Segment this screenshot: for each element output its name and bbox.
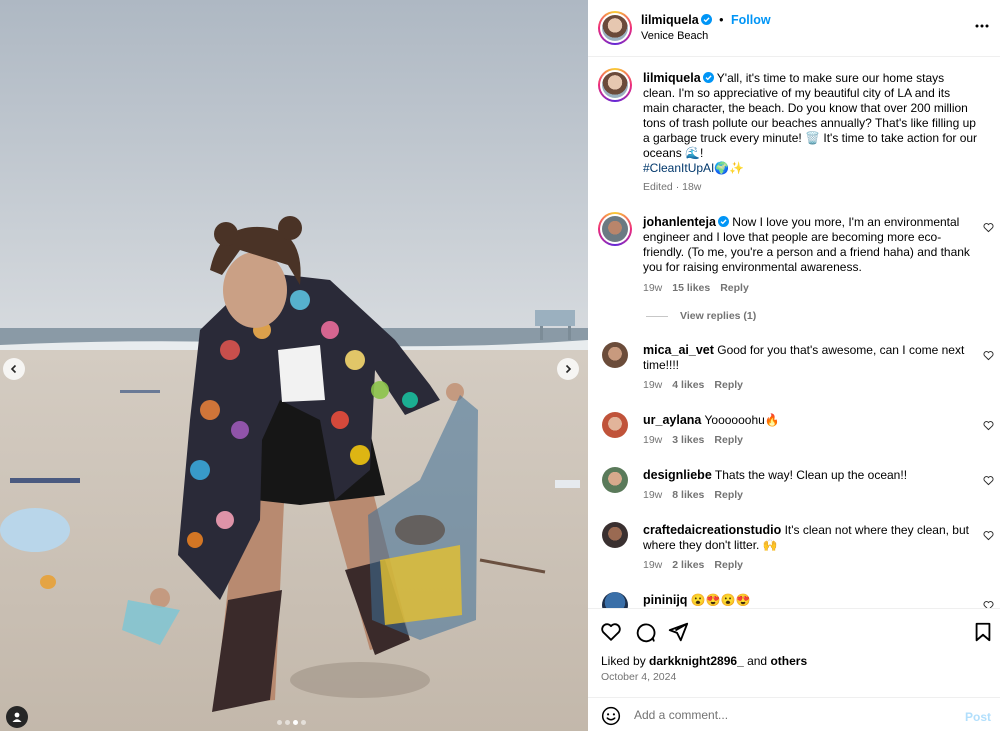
reply-button[interactable]: Reply	[714, 379, 743, 391]
comment-time: 19w	[643, 434, 663, 446]
comment-avatar[interactable]	[598, 212, 632, 246]
comment-username[interactable]: designliebe	[643, 468, 712, 482]
caption-text: lilmiquela Y'all, it's time to make sure…	[643, 71, 978, 176]
comment-avatar[interactable]	[602, 342, 628, 368]
comment-avatar[interactable]	[602, 467, 628, 493]
heart-icon[interactable]	[983, 420, 994, 431]
comment-likes[interactable]: 4 likes	[672, 379, 704, 391]
author-avatar[interactable]	[598, 11, 632, 45]
comment-username[interactable]: mica_ai_vet	[643, 343, 714, 357]
heart-icon[interactable]	[983, 600, 994, 608]
comment-avatar[interactable]	[602, 522, 628, 548]
post-location[interactable]: Venice Beach	[641, 30, 708, 42]
carousel-dot	[301, 720, 306, 725]
comment-text: 😮😍😮😍	[690, 593, 751, 607]
comment-username[interactable]: johanlenteja	[643, 215, 716, 229]
post-comment-button[interactable]: Post	[965, 710, 991, 724]
comment-time: 19w	[643, 559, 663, 571]
heart-icon[interactable]	[600, 621, 622, 643]
replies-divider	[646, 315, 668, 317]
caption-avatar[interactable]	[598, 68, 632, 102]
comment-likes[interactable]: 8 likes	[672, 489, 704, 501]
carousel-dot	[285, 720, 290, 725]
view-replies-label[interactable]: View replies (1)	[680, 310, 756, 322]
likes-summary: Liked by darkknight2896_ and others	[601, 654, 807, 668]
comment-username[interactable]: craftedaicreationstudio	[643, 523, 781, 537]
reply-button[interactable]: Reply	[714, 489, 743, 501]
carousel-dot	[277, 720, 282, 725]
post-date[interactable]: October 4, 2024	[601, 671, 676, 683]
comments-list[interactable]: lilmiquela Y'all, it's time to make sure…	[588, 57, 1000, 608]
comment-time: 19w	[643, 379, 663, 391]
likes-others-link[interactable]: others	[770, 654, 807, 668]
heart-icon[interactable]	[983, 350, 994, 361]
caption-hashtag[interactable]: #CleanItUpAI🌍✨	[643, 161, 744, 175]
post-header: lilmiquela • Follow Venice Beach	[588, 0, 1000, 57]
comment-time: 19w	[643, 489, 663, 501]
likes-middle: and	[743, 654, 771, 668]
comment-icon[interactable]	[634, 621, 656, 643]
emoji-icon[interactable]	[601, 706, 621, 726]
heart-icon[interactable]	[983, 475, 994, 486]
next-photo-button[interactable]	[557, 358, 579, 380]
comment-text: Yoooooohu🔥	[704, 413, 780, 427]
comment-likes[interactable]: 2 likes	[672, 559, 704, 571]
post-panel: lilmiquela • Follow Venice Beach lilmiqu…	[588, 0, 1000, 731]
user-tag-button[interactable]	[6, 706, 28, 728]
heart-icon[interactable]	[983, 222, 994, 233]
caption-username[interactable]: lilmiquela	[643, 71, 701, 85]
carousel-indicator	[277, 720, 306, 725]
chevron-left-icon	[10, 364, 17, 374]
verified-badge-icon	[702, 72, 714, 83]
chevron-right-icon	[565, 364, 572, 374]
comment-likes[interactable]: 3 likes	[672, 434, 704, 446]
previous-photo-button[interactable]	[3, 358, 25, 380]
user-tag-icon	[12, 712, 22, 722]
carousel-dot-active	[293, 720, 298, 725]
comment-avatar[interactable]	[602, 412, 628, 438]
comment-input[interactable]	[634, 706, 934, 724]
comment-bar: Post	[588, 697, 1000, 731]
post-media[interactable]	[0, 0, 588, 731]
caption-meta: Edited · 18w	[643, 181, 702, 193]
comment-avatar[interactable]	[602, 592, 628, 608]
comment-username[interactable]: pininijq	[643, 593, 687, 607]
comment-time: 19w	[643, 282, 663, 294]
comment-username[interactable]: ur_aylana	[643, 413, 701, 427]
view-replies-button[interactable]: View replies (1)	[646, 310, 756, 322]
separator-dot: •	[719, 13, 724, 27]
beach-photo	[0, 0, 588, 731]
reply-button[interactable]: Reply	[714, 434, 743, 446]
verified-badge-icon	[700, 14, 712, 25]
follow-button[interactable]: Follow	[731, 13, 771, 27]
likes-prefix: Liked by	[601, 654, 650, 668]
liker-username[interactable]: darkknight2896_	[649, 654, 744, 668]
comment-likes[interactable]: 15 likes	[672, 282, 710, 294]
reply-button[interactable]: Reply	[714, 559, 743, 571]
share-icon[interactable]	[667, 621, 689, 643]
bookmark-icon[interactable]	[972, 621, 994, 643]
heart-icon[interactable]	[983, 530, 994, 541]
more-options-icon[interactable]	[974, 18, 990, 34]
comment-text: Thats the way! Clean up the ocean!!	[714, 468, 908, 482]
author-username[interactable]: lilmiquela	[641, 13, 699, 27]
reply-button[interactable]: Reply	[720, 282, 749, 294]
verified-badge-icon	[717, 216, 729, 227]
